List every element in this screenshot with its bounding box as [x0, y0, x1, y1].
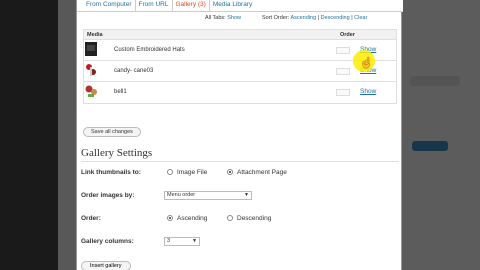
column-media: Media	[87, 32, 103, 38]
insert-gallery-button[interactable]: Insert gallery	[81, 261, 131, 270]
bell-thumbnail	[85, 85, 97, 97]
order-label: Order:	[81, 215, 101, 222]
media-title: Custom Embroidered Hats	[114, 47, 185, 53]
chevron-down-icon: ▼	[192, 238, 197, 244]
show-link[interactable]: Show	[360, 88, 376, 95]
order-by-select[interactable]: Menu order ▼	[164, 191, 252, 200]
radio-ascending[interactable]	[167, 215, 173, 221]
sort-descending-link[interactable]: Descending	[321, 15, 350, 21]
radio-attachment-page[interactable]	[227, 169, 233, 175]
media-table: Media Order Custom Embroidered Hats Show…	[83, 29, 397, 104]
link-thumbnails-label: Link thumbnails to:	[81, 169, 141, 176]
sort-ascending-link[interactable]: Ascending	[290, 15, 316, 21]
media-table-header: Media Order	[84, 30, 396, 40]
tab-media-library[interactable]: Media Library	[210, 0, 255, 11]
radio-descending-label: Descending	[237, 215, 272, 222]
radio-attachment-page-label: Attachment Page	[237, 169, 287, 176]
show-all-link[interactable]: Show	[227, 15, 241, 21]
sort-order-label: Sort Order:	[262, 15, 290, 21]
tab-from-computer[interactable]: From Computer	[83, 0, 136, 11]
radio-image-file[interactable]	[167, 169, 173, 175]
hand-pointer-icon: ☝	[360, 58, 373, 69]
gallery-columns-select[interactable]: 3 ▼	[164, 237, 200, 246]
order-images-by-label: Order images by:	[81, 192, 135, 199]
filter-separator: |	[317, 15, 320, 21]
filter-separator: |	[351, 15, 353, 21]
candy-cane-thumbnail	[86, 64, 96, 76]
sort-clear-link[interactable]: Clear	[354, 15, 367, 21]
hat-thumbnail	[85, 42, 97, 56]
column-order: Order	[340, 32, 355, 38]
radio-ascending-label: Ascending	[177, 215, 208, 222]
chevron-down-icon: ▼	[244, 192, 249, 198]
radio-image-file-label: Image File	[177, 169, 208, 176]
gallery-columns-value: 3	[167, 238, 171, 244]
gallery-columns-label: Gallery columns:	[81, 238, 134, 245]
media-title: candy- cane03	[114, 68, 154, 74]
tab-gallery[interactable]: Gallery (3)	[173, 0, 210, 11]
media-row: bell1 Show	[84, 82, 396, 103]
media-row: candy- cane03 Show	[84, 61, 396, 82]
media-title: bell1	[114, 89, 127, 95]
radio-descending[interactable]	[227, 215, 233, 221]
all-tabs-label: All Tabs:	[205, 15, 226, 21]
media-upload-modal: From Computer From URL Gallery (3) Media…	[76, 0, 403, 270]
media-tabs: From Computer From URL Gallery (3) Media…	[77, 0, 403, 12]
order-input[interactable]	[336, 68, 350, 75]
order-input[interactable]	[336, 89, 350, 96]
gallery-settings-title: Gallery Settings	[81, 147, 153, 159]
save-all-changes-button[interactable]: Save all changes	[83, 127, 141, 137]
media-row: Custom Embroidered Hats Show	[84, 40, 396, 61]
order-by-value: Menu order	[167, 192, 196, 198]
tab-from-url[interactable]: From URL	[136, 0, 173, 11]
divider	[81, 161, 399, 162]
order-input[interactable]	[336, 47, 350, 54]
